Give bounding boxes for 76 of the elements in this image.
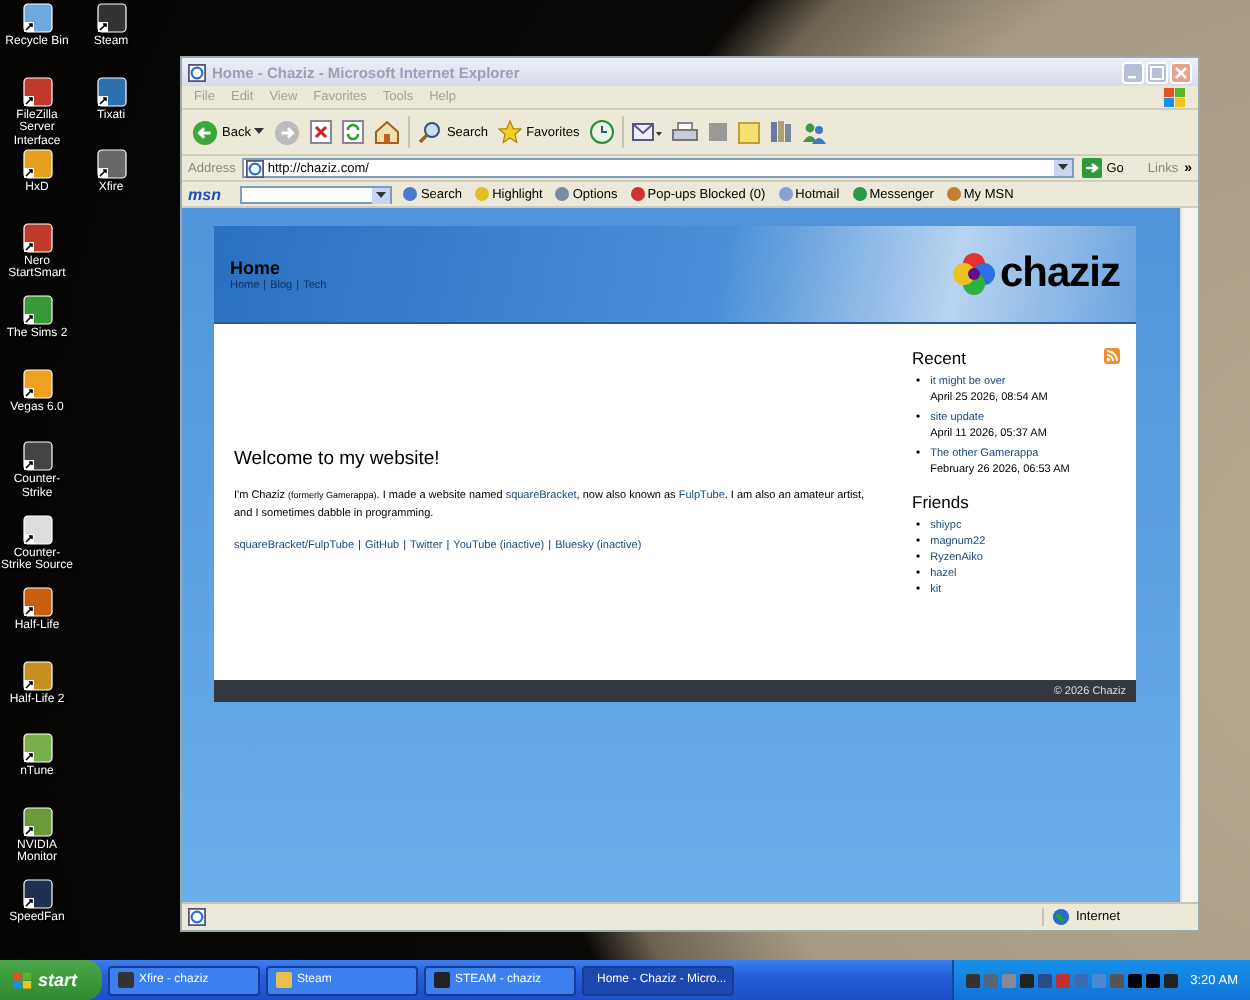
app-icon [21,878,53,910]
app-icon [433,972,450,988]
stop-icon [310,120,333,144]
app-icon [21,586,53,618]
close-button[interactable] [1170,61,1192,83]
app-icon [95,75,127,107]
dropdown-arrow-icon [376,191,387,199]
search-icon [418,120,443,144]
app-icon [95,148,127,180]
toolbar-icon [554,186,571,202]
research-button[interactable] [767,120,794,144]
toolbar-icon [945,186,962,202]
page-icon [188,908,206,926]
app-icon [21,440,53,472]
app-icon [21,75,53,107]
dropdown-arrow-icon [254,128,265,136]
dropdown-arrow-icon [1058,164,1069,172]
refresh-icon [342,120,365,144]
site-logo: chaziz [999,250,1120,298]
history-icon [589,120,614,144]
edit-button[interactable] [705,122,730,142]
sidebar-heading: Friends [912,492,969,512]
app-icon [21,513,53,545]
home-button[interactable] [372,120,403,144]
close-icon [1174,65,1188,79]
browser-icon [188,63,206,81]
mail-button[interactable] [629,121,664,143]
minimize-button[interactable] [1122,61,1144,83]
app-icon [21,367,53,399]
stop-button[interactable] [308,120,335,144]
globe-icon [1052,908,1070,926]
app-icon [117,972,134,988]
messenger-button[interactable] [799,121,828,143]
app-icon [21,2,53,34]
app-icon [21,805,53,837]
toolbar-icon [474,186,491,202]
maximize-button[interactable] [1146,61,1168,83]
forward-arrow-icon [274,119,301,145]
app-icon [21,732,53,764]
app-icon [95,2,127,34]
star-icon [498,120,523,144]
envelope-icon [631,121,662,143]
note-icon [737,121,760,143]
notes-button[interactable] [735,121,762,143]
app-icon [21,148,53,180]
welcome-heading: Welcome to my website! [234,448,442,470]
app-icon [21,659,53,691]
toolbar-icon [777,186,794,202]
toolbar-icon [629,186,646,202]
history-button[interactable] [587,120,616,144]
search-field[interactable] [240,185,393,203]
scrollbar[interactable] [1180,208,1198,902]
go-arrow-icon [1082,158,1103,178]
maximize-icon [1150,65,1164,79]
square-icon [707,122,728,142]
app-icon [21,221,53,253]
refresh-button[interactable] [340,120,367,144]
print-button[interactable] [669,121,700,143]
people-icon [801,121,826,143]
windows-logo-icon [12,971,32,989]
rss-icon[interactable] [1104,348,1120,364]
page-title: Home [230,257,283,277]
logo-icon [951,252,996,296]
printer-icon [671,121,698,143]
msn-logo: msn [188,185,221,203]
start-button[interactable]: start [0,960,102,1000]
windows-logo-icon [1162,87,1186,107]
home-icon [374,120,401,144]
app-icon [21,294,53,326]
app-icon [275,972,292,988]
toolbar-icon [851,186,868,202]
sidebar-heading: Recent [912,348,966,368]
toolbar-icon [402,186,419,202]
back-arrow-icon [192,119,218,145]
page-icon [245,159,264,177]
books-icon [769,120,792,144]
